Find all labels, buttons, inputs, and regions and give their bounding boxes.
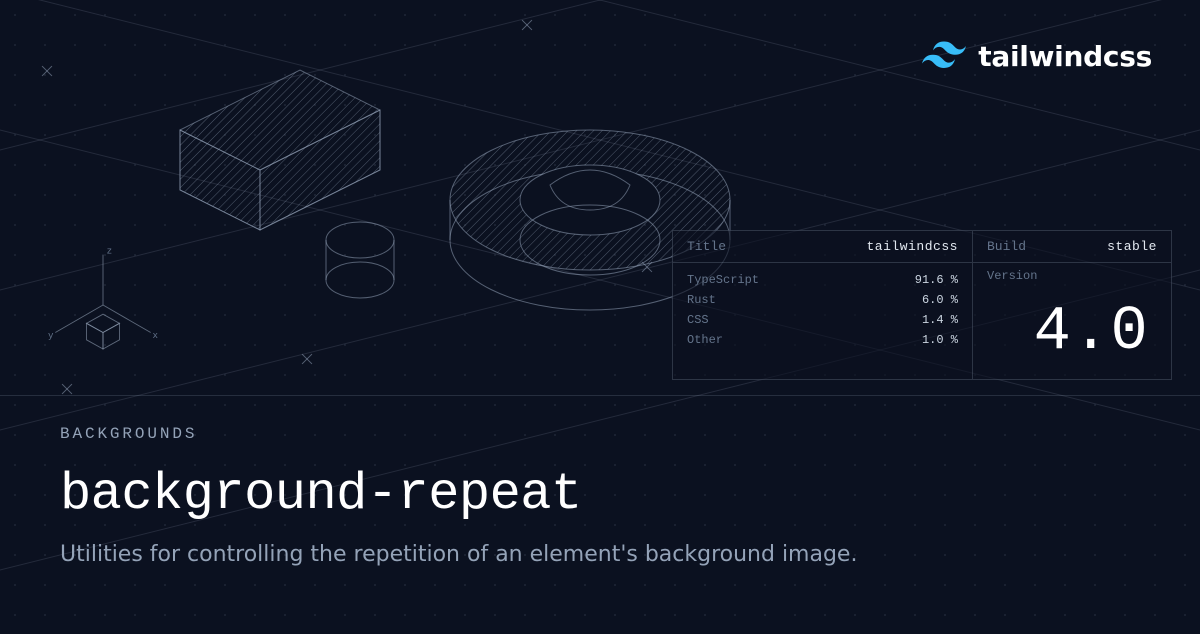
page-content: BACKGROUNDS background-repeat Utilities … bbox=[60, 425, 1140, 567]
axis-x-label: x bbox=[153, 330, 159, 341]
panel-title-row: Title tailwindcss bbox=[673, 231, 972, 263]
panel-version-value: 4.0 bbox=[1034, 296, 1149, 367]
panel-title-value: tailwindcss bbox=[866, 239, 958, 254]
language-row: Other 1.0 % bbox=[687, 333, 958, 347]
brand-logo: tailwindcss bbox=[922, 40, 1152, 73]
page-category: BACKGROUNDS bbox=[60, 425, 1140, 443]
tailwind-logo-icon bbox=[922, 41, 966, 73]
page-title: background-repeat bbox=[60, 465, 1140, 524]
language-row: CSS 1.4 % bbox=[687, 313, 958, 327]
language-row: TypeScript 91.6 % bbox=[687, 273, 958, 287]
language-breakdown: TypeScript 91.6 % Rust 6.0 % CSS 1.4 % O… bbox=[673, 263, 972, 355]
axis-z-label: z bbox=[107, 246, 113, 257]
panel-build-row: Build stable bbox=[973, 231, 1171, 263]
axis-indicator: z x y bbox=[48, 250, 158, 360]
panel-title-label: Title bbox=[687, 239, 726, 254]
brand-name: tailwindcss bbox=[978, 40, 1152, 73]
horizontal-divider bbox=[0, 395, 1200, 396]
axis-y-label: y bbox=[48, 330, 54, 341]
language-row: Rust 6.0 % bbox=[687, 293, 958, 307]
panel-version-label: Version bbox=[973, 263, 1171, 283]
page-description: Utilities for controlling the repetition… bbox=[60, 542, 1140, 567]
panel-build-label: Build bbox=[987, 239, 1026, 254]
panel-build-value: stable bbox=[1107, 239, 1157, 254]
metadata-panel: Title tailwindcss TypeScript 91.6 % Rust… bbox=[672, 230, 1172, 380]
